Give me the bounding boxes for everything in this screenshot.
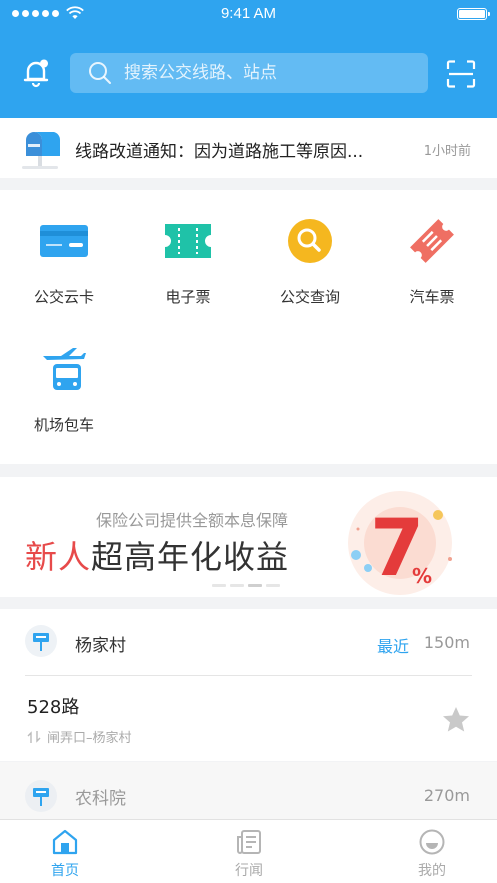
tab-label: 行闻 <box>235 863 263 879</box>
search-bar[interactable] <box>70 53 428 93</box>
mailbox-icon <box>22 132 61 169</box>
stop-distance: 270m <box>423 786 470 805</box>
service-grid: 公交云卡 电子票 公交查询 汽车票 机场包车 <box>0 190 497 464</box>
bell-icon[interactable] <box>20 57 52 89</box>
stop-name: 农科院 <box>75 789 126 809</box>
tab-bar: 首页 行闻 我的 <box>0 819 497 883</box>
notice-text: 线路改道通知：因为道路施工等原因... <box>75 142 364 162</box>
tab-label: 首页 <box>51 863 79 879</box>
e-ticket-icon <box>165 224 211 258</box>
banner-pager <box>212 584 280 587</box>
header: 9:41 AM <box>0 0 497 118</box>
tab-label: 我的 <box>418 863 446 879</box>
direction-swap-icon <box>27 730 41 743</box>
service-label: 公交云卡 <box>33 288 94 306</box>
bus-stop-icon <box>25 780 57 812</box>
service-e-ticket[interactable]: 电子票 <box>126 190 250 310</box>
bus-stop-icon <box>25 625 57 657</box>
rate-unit: % <box>412 564 432 588</box>
tab-home[interactable]: 首页 <box>30 828 100 880</box>
nearest-tag: 最近 <box>377 637 410 656</box>
search-input[interactable] <box>124 63 384 83</box>
route-direction-text: 闸弄口–杨家村 <box>47 731 132 746</box>
nearby-stop-card[interactable]: 杨家村 最近 150m 528路 闸弄口–杨家村 <box>0 609 497 761</box>
bus-search-icon <box>288 219 332 263</box>
tab-profile[interactable]: 我的 <box>397 828 467 880</box>
service-airport-shuttle[interactable]: 机场包车 <box>2 318 126 438</box>
route-name[interactable]: 528路 <box>27 693 79 719</box>
tab-news[interactable]: 行闻 <box>214 828 284 880</box>
stop-distance: 150m <box>423 633 470 652</box>
scan-icon[interactable] <box>446 60 476 88</box>
notice-bar[interactable]: 线路改道通知：因为道路施工等原因... 1小时前 <box>0 118 497 178</box>
banner-title: 新人超高年化收益 <box>25 532 289 578</box>
service-bus-card[interactable]: 公交云卡 <box>2 190 126 310</box>
banner-subtitle: 保险公司提供全额本息保障 <box>96 511 289 530</box>
airport-shuttle-icon <box>43 348 86 390</box>
stop-name: 杨家村 <box>75 636 126 656</box>
bus-card-icon <box>40 225 88 257</box>
coach-ticket-icon <box>410 219 454 263</box>
service-label: 电子票 <box>165 288 211 306</box>
news-icon <box>237 830 261 854</box>
battery-icon <box>457 8 490 20</box>
notice-time: 1小时前 <box>423 144 471 159</box>
status-bar: 9:41 AM <box>0 0 497 28</box>
service-label: 汽车票 <box>409 288 455 306</box>
nearby-stop-card[interactable]: 农科院 270m <box>0 762 497 819</box>
banner-title-highlight: 新人 <box>25 538 92 576</box>
rate-badge: 7 % <box>348 491 452 595</box>
service-label: 机场包车 <box>33 416 94 434</box>
divider <box>25 675 472 676</box>
service-coach-ticket[interactable]: 汽车票 <box>370 190 494 310</box>
service-bus-search[interactable]: 公交查询 <box>248 190 372 310</box>
profile-icon <box>419 829 445 855</box>
banner-title-rest: 超高年化收益 <box>91 538 290 576</box>
status-time: 9:41 AM <box>220 5 277 22</box>
route-direction: 闸弄口–杨家村 <box>27 727 132 746</box>
favorite-star-icon[interactable] <box>441 705 471 735</box>
home-icon <box>52 829 78 855</box>
service-label: 公交查询 <box>279 288 340 306</box>
stop-header[interactable]: 杨家村 最近 150m <box>0 609 497 675</box>
promo-banner[interactable]: 保险公司提供全额本息保障 新人超高年化收益 7 % <box>0 477 497 597</box>
search-icon <box>89 62 111 84</box>
